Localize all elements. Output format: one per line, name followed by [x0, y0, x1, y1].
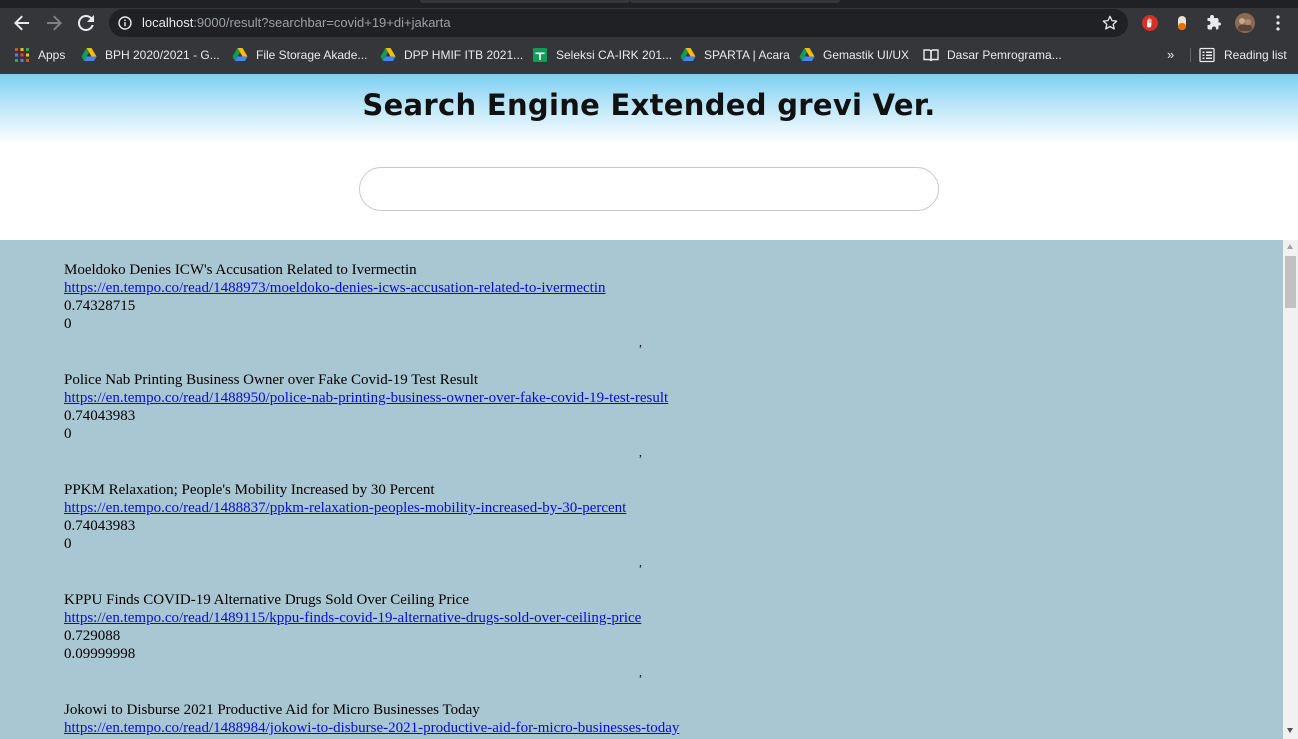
bookmark-star-icon[interactable]	[1102, 15, 1118, 31]
google-drive-icon	[799, 47, 815, 63]
extension-capsule-icon[interactable]	[1172, 13, 1192, 33]
bookmark-label: Apps	[38, 48, 66, 62]
bookmark-dpp-hmif[interactable]: DPP HMIF ITB 2021...	[380, 47, 523, 63]
bookmark-dasar-pemrograman[interactable]: Dasar Pemrograma...	[923, 47, 1062, 63]
bookmark-label: DPP HMIF ITB 2021...	[404, 48, 524, 62]
bookmarks-divider	[1190, 48, 1191, 62]
result-link[interactable]: https://en.tempo.co/read/1488950/police-…	[64, 390, 668, 406]
bookmark-seleksi[interactable]: Seleksi CA-IRK 201...	[532, 47, 672, 63]
result-extra: 0	[64, 536, 72, 552]
result-extra: 0.09999998	[64, 646, 136, 662]
result-link[interactable]: https://en.tempo.co/read/1488837/ppkm-re…	[64, 500, 626, 516]
search-input[interactable]	[359, 167, 939, 211]
page-title: Search Engine Extended grevi Ver.	[362, 88, 936, 122]
back-button[interactable]	[8, 9, 36, 37]
result-link[interactable]: https://en.tempo.co/read/1488984/jokowi-…	[64, 720, 679, 736]
list-item: PPKM Relaxation; People's Mobility Incre…	[64, 481, 1164, 553]
result-score: 0.74328715	[64, 298, 136, 314]
list-item: Police Nab Printing Business Owner over …	[64, 371, 1164, 443]
url-path: :9000/result?searchbar=covid+19+di+jakar…	[193, 15, 451, 30]
bookmark-label: File Storage Akade...	[256, 48, 368, 62]
list-item: Jokowi to Disburse 2021 Productive Aid f…	[64, 701, 1164, 737]
toolbar: localhost:9000/result?searchbar=covid+19…	[0, 8, 1298, 38]
bookmark-apps[interactable]: Apps	[14, 47, 65, 63]
result-title: Police Nab Printing Business Owner over …	[64, 372, 479, 388]
result-separator: ,	[639, 335, 642, 349]
back-arrow-icon	[14, 15, 29, 31]
reload-icon	[78, 15, 94, 31]
extension-stop-icon[interactable]	[1140, 13, 1160, 33]
info-icon[interactable]	[118, 16, 132, 30]
page-header: Search Engine Extended grevi Ver.	[0, 74, 1298, 240]
bookmark-gemastik[interactable]: Gemastik UI/UX	[799, 47, 909, 63]
extensions-puzzle-icon[interactable]	[1204, 13, 1224, 33]
reading-list-icon	[1199, 47, 1215, 63]
result-score: 0.729088	[64, 628, 121, 644]
result-separator: ,	[639, 445, 642, 459]
profile-avatar[interactable]	[1235, 13, 1255, 33]
result-title: Jokowi to Disburse 2021 Productive Aid f…	[64, 702, 480, 718]
result-extra: 0	[64, 426, 72, 442]
reading-list-label: Reading list	[1224, 48, 1287, 62]
scrollbar-thumb[interactable]	[1285, 256, 1296, 308]
result-score: 0.74043983	[64, 518, 136, 534]
scroll-down-arrow-icon[interactable]	[1287, 728, 1293, 733]
forward-arrow-icon	[47, 15, 62, 31]
scrollbar[interactable]	[1283, 240, 1298, 739]
reload-button[interactable]	[72, 9, 100, 37]
tab[interactable]	[630, 0, 840, 3]
google-drive-icon	[81, 47, 97, 63]
result-title: KPPU Finds COVID-19 Alternative Drugs So…	[64, 592, 469, 608]
result-link[interactable]: https://en.tempo.co/read/1488973/moeldok…	[64, 280, 606, 296]
bookmark-sparta[interactable]: SPARTA | Acara	[680, 47, 790, 63]
forward-button[interactable]	[40, 9, 68, 37]
bookmark-label: SPARTA | Acara	[704, 48, 790, 62]
browser-chrome: localhost:9000/result?searchbar=covid+19…	[0, 0, 1298, 74]
google-drive-icon	[232, 47, 248, 63]
bookmark-label: Dasar Pemrograma...	[947, 48, 1062, 62]
tab[interactable]	[420, 0, 630, 3]
results-list: Moeldoko Denies ICW's Accusation Related…	[0, 240, 1283, 739]
bookmarks-overflow-button[interactable]: »	[1167, 47, 1174, 62]
bookmark-bph[interactable]: BPH 2020/2021 - G...	[81, 47, 220, 63]
bookmark-label: Gemastik UI/UX	[823, 48, 910, 62]
google-drive-icon	[680, 47, 696, 63]
result-separator: ,	[639, 665, 642, 679]
result-title: Moeldoko Denies ICW's Accusation Related…	[64, 262, 417, 278]
google-drive-icon	[380, 47, 396, 63]
address-bar[interactable]: localhost:9000/result?searchbar=covid+19…	[109, 9, 1128, 37]
list-item: KPPU Finds COVID-19 Alternative Drugs So…	[64, 591, 1164, 663]
apps-grid-icon	[14, 47, 30, 63]
book-icon	[923, 47, 939, 63]
result-score: 0.74043983	[64, 408, 136, 424]
browser-menu-icon[interactable]	[1268, 13, 1288, 33]
url-text: localhost:9000/result?searchbar=covid+19…	[142, 15, 451, 30]
scroll-up-arrow-icon[interactable]	[1287, 244, 1293, 249]
bookmark-label: BPH 2020/2021 - G...	[105, 48, 220, 62]
bookmarks-bar: Apps BPH 2020/2021 - G... File Storage A…	[0, 40, 1298, 70]
bookmark-label: Seleksi CA-IRK 201...	[556, 48, 673, 62]
result-separator: ,	[639, 555, 642, 569]
result-link[interactable]: https://en.tempo.co/read/1489115/kppu-fi…	[64, 610, 641, 626]
bookmark-file-storage[interactable]: File Storage Akade...	[232, 47, 367, 63]
reading-list-button[interactable]: Reading list	[1199, 47, 1287, 63]
list-item: Moeldoko Denies ICW's Accusation Related…	[64, 261, 1164, 333]
url-host: localhost	[142, 15, 194, 30]
result-extra: 0	[64, 316, 72, 332]
google-sheets-icon	[532, 47, 548, 63]
result-title: PPKM Relaxation; People's Mobility Incre…	[64, 482, 435, 498]
tab-strip	[0, 0, 1298, 8]
